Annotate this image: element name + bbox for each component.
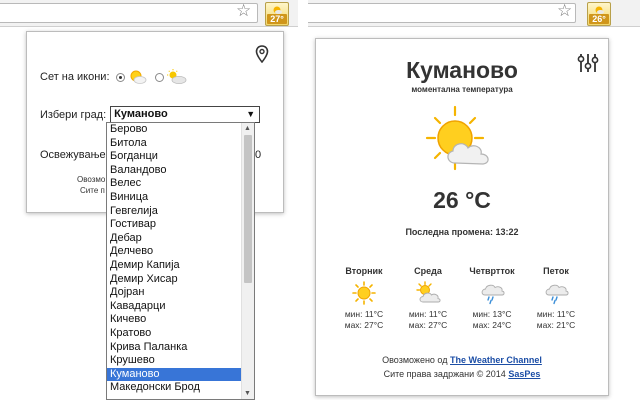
city-select-value: Куманово bbox=[114, 108, 168, 120]
city-title: Куманово bbox=[406, 57, 518, 83]
city-option[interactable]: Гостивар bbox=[107, 218, 241, 232]
forecast-max-temp: мах: 24°C bbox=[472, 320, 512, 330]
city-option[interactable]: Македонски Брод bbox=[107, 381, 241, 395]
sun-cloud-icon-option-1 bbox=[130, 70, 146, 84]
icon-set-row: Сет на икони: bbox=[40, 67, 188, 87]
last-updated-label: Последна промена: bbox=[405, 227, 493, 237]
refresh-value: 0 bbox=[255, 149, 262, 161]
address-bar[interactable] bbox=[308, 3, 576, 23]
forecast-day-name: Петок bbox=[543, 266, 569, 276]
sun-icon bbox=[351, 281, 377, 305]
last-updated: Последна промена: 13:22 bbox=[316, 227, 608, 237]
forecast-min-temp: мин: 13°C bbox=[472, 309, 512, 319]
weather-extension-button[interactable]: 27° bbox=[265, 2, 289, 26]
city-select[interactable]: Куманово ▼ bbox=[110, 106, 261, 123]
city-option[interactable]: Демир Хисар bbox=[107, 273, 241, 287]
city-option[interactable]: Виница bbox=[107, 191, 241, 205]
copyright-prefix: Сите права задржани © 2014 bbox=[383, 369, 506, 379]
city-option[interactable]: Кратово bbox=[107, 327, 241, 341]
rain-cloud-icon bbox=[543, 281, 569, 305]
copyright: Сите права задржани © 2014 SasPes bbox=[316, 369, 608, 379]
choose-city-row: Избери град: Куманово ▼ bbox=[40, 106, 261, 123]
settings-window: ☆ 27° Сет на икони: Избери град: Куманов… bbox=[0, 0, 298, 400]
footer-copyright-partial: Сите п bbox=[80, 186, 105, 195]
temperature-badge: 26° bbox=[589, 14, 609, 24]
sun-cloud-icon-option-2 bbox=[166, 69, 186, 84]
weather-channel-link[interactable]: The Weather Channel bbox=[450, 355, 542, 365]
city-options: Берово Битола Богданци Валандово Велес Виница… bbox=[107, 123, 241, 395]
city-option[interactable]: Крива Паланка bbox=[107, 341, 241, 355]
forecast-day: Вторник мин: 11°C мах: 27°C bbox=[334, 266, 394, 331]
icon-set-radio-2[interactable] bbox=[154, 72, 164, 82]
refresh-label: Освежување bbox=[40, 149, 106, 161]
last-updated-time: 13:22 bbox=[495, 227, 519, 237]
city-option[interactable]: Богданци bbox=[107, 150, 241, 164]
icon-set-radio-1[interactable] bbox=[115, 72, 125, 82]
choose-city-label: Избери град: bbox=[40, 108, 107, 121]
forecast-min-temp: мин: 11°C bbox=[344, 309, 384, 319]
forecast-day: Среда мин: 11°C мах: 27°C bbox=[398, 266, 458, 331]
weather-popup: Куманово моментална температура 26 °C По… bbox=[315, 38, 609, 396]
scroll-down-icon[interactable]: ▼ bbox=[244, 390, 251, 397]
forecast-min-temp: мин: 11°C bbox=[408, 309, 448, 319]
current-temperature: 26 °C bbox=[433, 187, 491, 213]
city-option[interactable]: Валандово bbox=[107, 164, 241, 178]
forecast-row: Вторник мин: 11°C мах: 27°C Среда мин: 11°C м… bbox=[334, 266, 596, 336]
city-option[interactable]: Демир Капија bbox=[107, 259, 241, 273]
browser-toolbar: ☆ 27° bbox=[0, 0, 298, 27]
weather-credit: Овозможено од The Weather Channel bbox=[316, 355, 608, 365]
dropdown-arrow-icon: ▼ bbox=[246, 109, 256, 119]
browser-toolbar: ☆ 26° bbox=[308, 0, 640, 27]
city-option[interactable]: Дојран bbox=[107, 286, 241, 300]
temperature-badge: 27° bbox=[267, 14, 287, 24]
forecast-day-name: Четвртток bbox=[469, 266, 515, 276]
forecast-day: Петок мин: 11°C мах: 21°C bbox=[526, 266, 586, 331]
city-option[interactable]: Кичево bbox=[107, 313, 241, 327]
city-option[interactable]: Гевгелија bbox=[107, 205, 241, 219]
forecast-day-name: Среда bbox=[414, 266, 442, 276]
bookmark-star-icon[interactable]: ☆ bbox=[236, 2, 251, 20]
bookmark-star-icon[interactable]: ☆ bbox=[557, 2, 572, 20]
city-dropdown-list: Берово Битола Богданци Валандово Велес Виница… bbox=[106, 122, 255, 400]
weather-extension-button[interactable]: 26° bbox=[587, 2, 611, 26]
city-option[interactable]: Кавадарци bbox=[107, 300, 241, 314]
settings-sliders-icon[interactable] bbox=[577, 53, 599, 73]
forecast-max-temp: мах: 27°C bbox=[344, 320, 384, 330]
city-option[interactable]: Крушево bbox=[107, 354, 241, 368]
forecast-day: Четвртток мин: 13°C мах: 24°C bbox=[462, 266, 522, 331]
city-option[interactable]: Дебар bbox=[107, 232, 241, 246]
icon-set-label: Сет на икони: bbox=[40, 71, 110, 83]
partly-cloudy-large-icon bbox=[425, 105, 489, 171]
saspes-link[interactable]: SasPes bbox=[508, 369, 540, 379]
footer-credit-partial: Овозмо bbox=[77, 175, 106, 184]
scroll-up-icon[interactable]: ▲ bbox=[244, 125, 251, 132]
weather-window: ☆ 26° Куманово моментална температура 26… bbox=[308, 0, 640, 400]
dropdown-scrollbar[interactable]: ▲ ▼ bbox=[241, 123, 254, 399]
city-option[interactable]: Берово bbox=[107, 123, 241, 137]
forecast-max-temp: мах: 21°C bbox=[536, 320, 576, 330]
forecast-min-temp: мин: 11°C bbox=[536, 309, 576, 319]
forecast-day-name: Вторник bbox=[345, 266, 383, 276]
city-option[interactable]: Велес bbox=[107, 177, 241, 191]
partly-cloudy-icon bbox=[415, 281, 441, 305]
current-temperature-subtitle: моментална температура bbox=[411, 85, 513, 94]
rain-cloud-icon bbox=[479, 281, 505, 305]
city-option[interactable]: Делчево bbox=[107, 245, 241, 259]
screenshot: ☆ 27° Сет на икони: Избери град: Куманов… bbox=[0, 0, 640, 400]
address-bar[interactable] bbox=[0, 3, 258, 23]
city-option[interactable]: Битола bbox=[107, 137, 241, 151]
forecast-max-temp: мах: 27°C bbox=[408, 320, 448, 330]
credit-prefix: Овозможено од bbox=[382, 355, 448, 365]
city-option[interactable]: Куманово bbox=[107, 367, 241, 382]
scrollbar-thumb[interactable] bbox=[244, 135, 252, 283]
location-pin-icon[interactable] bbox=[255, 45, 269, 63]
